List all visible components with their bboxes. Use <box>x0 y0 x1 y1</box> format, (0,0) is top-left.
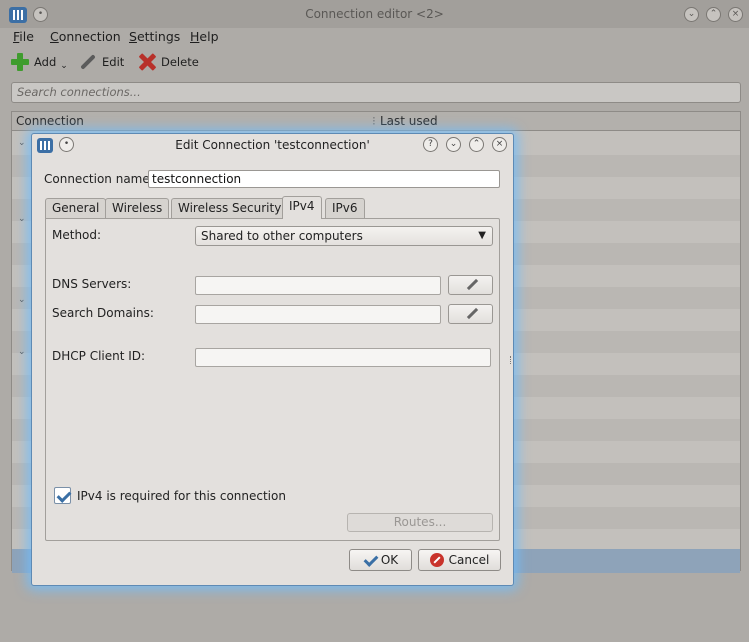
add-button[interactable]: Add ⌄ <box>10 50 68 74</box>
method-select[interactable]: Shared to other computers ▼ <box>195 226 493 246</box>
tab-wireless[interactable]: Wireless <box>105 198 170 218</box>
search-domains-label: Search Domains: <box>52 306 154 320</box>
add-label: Add <box>34 55 57 69</box>
check-icon <box>363 554 376 566</box>
chevron-down-icon[interactable]: ⌄ <box>18 138 26 148</box>
connection-name-label: Connection name: <box>44 172 154 186</box>
dns-edit-button[interactable] <box>448 275 493 295</box>
dns-servers-input[interactable] <box>195 276 441 295</box>
dhcp-client-id-label: DHCP Client ID: <box>52 349 146 363</box>
main-titlebar: • Connection editor <2> ⌄ ⌃ × <box>0 0 749 28</box>
cancel-icon <box>429 553 444 567</box>
ok-button[interactable]: OK <box>349 549 412 571</box>
minimize-icon[interactable]: ⌄ <box>446 137 461 152</box>
search-input[interactable]: Search connections... <box>11 82 741 103</box>
chevron-down-icon[interactable]: ⌄ <box>60 61 68 71</box>
search-domains-input[interactable] <box>195 305 441 324</box>
menu-settings[interactable]: Settings <box>129 29 180 44</box>
maximize-icon[interactable]: ⌃ <box>469 137 484 152</box>
edit-button[interactable]: Edit <box>78 50 124 74</box>
routes-button: Routes... <box>347 513 493 532</box>
help-icon[interactable]: ? <box>423 137 438 152</box>
delete-button[interactable]: Delete <box>137 50 199 74</box>
close-icon[interactable]: × <box>492 137 507 152</box>
tab-ipv6[interactable]: IPv6 <box>325 198 365 218</box>
cancel-label: Cancel <box>448 553 490 567</box>
pencil-icon <box>466 279 478 291</box>
delete-icon <box>137 52 157 72</box>
tab-wireless-security[interactable]: Wireless Security <box>171 198 289 218</box>
method-label: Method: <box>52 228 102 242</box>
dialog-title: Edit Connection 'testconnection' <box>175 138 370 152</box>
pencil-icon <box>466 308 478 320</box>
chevron-down-icon: ▼ <box>478 230 486 241</box>
toolbar: Add ⌄ Edit Delete <box>0 50 749 76</box>
plus-icon <box>10 52 30 72</box>
edit-connection-dialog: • Edit Connection 'testconnection' ? ⌄ ⌃… <box>31 133 514 586</box>
ipv4-panel: Method: Shared to other computers ▼ DNS … <box>45 218 500 541</box>
dns-servers-label: DNS Servers: <box>52 277 132 291</box>
connection-name-input[interactable]: testconnection <box>148 170 500 188</box>
menu-file[interactable]: File <box>13 29 34 44</box>
chevron-down-icon[interactable]: ⌄ <box>18 214 26 224</box>
column-last-used[interactable]: Last used <box>380 114 438 128</box>
method-value: Shared to other computers <box>201 229 363 243</box>
tab-general[interactable]: General <box>45 198 107 218</box>
ipv4-required-checkbox[interactable] <box>54 487 71 504</box>
menubar: File Connection Settings Help <box>0 28 749 48</box>
ok-label: OK <box>380 553 399 567</box>
chevron-down-icon[interactable]: ⌄ <box>18 347 26 357</box>
chevron-down-icon[interactable]: ⌄ <box>18 295 26 305</box>
list-header: Connection ⁝ Last used <box>12 112 740 131</box>
delete-label: Delete <box>161 55 199 69</box>
dialog-titlebar: • Edit Connection 'testconnection' ? ⌄ ⌃… <box>32 134 513 158</box>
menu-connection[interactable]: Connection <box>50 29 121 44</box>
menu-help[interactable]: Help <box>190 29 219 44</box>
maximize-icon[interactable]: ⌃ <box>706 7 721 22</box>
edit-label: Edit <box>102 55 125 69</box>
dhcp-client-id-input[interactable] <box>195 348 491 367</box>
minimize-icon[interactable]: ⌄ <box>684 7 699 22</box>
column-connection[interactable]: Connection <box>16 114 84 128</box>
wrench-icon <box>78 52 98 72</box>
resize-grip[interactable] <box>510 356 512 364</box>
ipv4-required-label[interactable]: IPv4 is required for this connection <box>77 489 286 503</box>
cancel-button[interactable]: Cancel <box>418 549 501 571</box>
main-window-title: Connection editor <2> <box>305 7 444 21</box>
close-icon[interactable]: × <box>728 7 743 22</box>
tab-ipv4[interactable]: IPv4 <box>282 196 322 219</box>
column-divider: ⁝ <box>372 114 376 128</box>
search-domains-edit-button[interactable] <box>448 304 493 324</box>
